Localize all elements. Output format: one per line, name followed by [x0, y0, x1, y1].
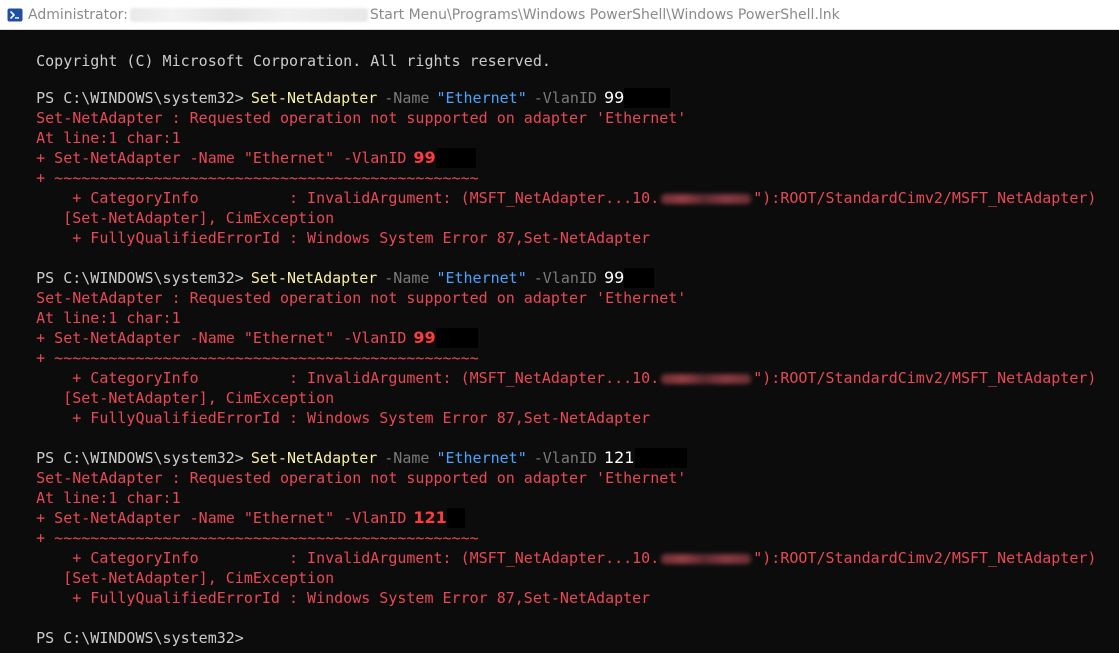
location-line: At line:1 char:1: [36, 309, 181, 327]
category-info-line: + CategoryInfo : InvalidArgument: (MSFT_…: [36, 549, 1097, 567]
error-id-line: + FullyQualifiedErrorId : Windows System…: [36, 229, 651, 247]
window-title-prefix: Administrator:: [28, 6, 128, 23]
redacted-title-path: [129, 7, 368, 22]
error-underline: + ~~~~~~~~~~~~~~~~~~~~~~~~~~~~~~~~~~~~~~…: [36, 169, 479, 187]
exception-line: [Set-NetAdapter], CimException: [36, 569, 335, 587]
window-title-suffix: Start Menu\Programs\Windows PowerShell\W…: [369, 6, 840, 23]
exception-line: [Set-NetAdapter], CimException: [36, 209, 335, 227]
command-echo-line: + Set-NetAdapter -Name "Ethernet" -VlanI…: [0, 308, 478, 348]
error-line: Set-NetAdapter : Requested operation not…: [36, 469, 687, 487]
redacted-hostname: [661, 373, 752, 384]
final-prompt[interactable]: PS C:\WINDOWS\system32>: [0, 608, 244, 647]
command-echo-line: + Set-NetAdapter -Name "Ethernet" -VlanI…: [0, 128, 476, 168]
command-line: PS C:\WINDOWS\system32> Set-NetAdapter -Na…: [0, 428, 687, 468]
error-id-line: + FullyQualifiedErrorId : Windows System…: [36, 589, 651, 607]
redacted-hostname: [661, 553, 752, 564]
command-line: PS C:\WINDOWS\system32> Set-NetAdapter -Na…: [0, 248, 655, 288]
window-title-bar: Administrator: Start Menu\Programs\Windo…: [0, 0, 1119, 30]
command-echo-line: + Set-NetAdapter -Name "Ethernet" -VlanI…: [0, 488, 465, 528]
prompt: PS C:\WINDOWS\system32>: [36, 629, 244, 647]
copyright-line: Copyright (C) Microsoft Corporation. All…: [36, 52, 551, 70]
command-line: PS C:\WINDOWS\system32> Set-NetAdapter -Na…: [0, 68, 671, 108]
error-id-line: + FullyQualifiedErrorId : Windows System…: [36, 409, 651, 427]
redacted-hostname: [661, 193, 752, 204]
error-underline: + ~~~~~~~~~~~~~~~~~~~~~~~~~~~~~~~~~~~~~~…: [36, 529, 479, 547]
category-info-line: + CategoryInfo : InvalidArgument: (MSFT_…: [36, 369, 1097, 387]
error-line: Set-NetAdapter : Requested operation not…: [36, 289, 687, 307]
location-line: At line:1 char:1: [36, 489, 181, 507]
powershell-icon: [7, 7, 23, 23]
error-underline: + ~~~~~~~~~~~~~~~~~~~~~~~~~~~~~~~~~~~~~~…: [36, 349, 479, 367]
exception-line: [Set-NetAdapter], CimException: [36, 389, 335, 407]
location-line: At line:1 char:1: [36, 129, 181, 147]
powershell-console[interactable]: Copyright (C) Microsoft Corporation. All…: [0, 30, 1119, 653]
error-line: Set-NetAdapter : Requested operation not…: [36, 109, 687, 127]
category-info-line: + CategoryInfo : InvalidArgument: (MSFT_…: [36, 189, 1097, 207]
